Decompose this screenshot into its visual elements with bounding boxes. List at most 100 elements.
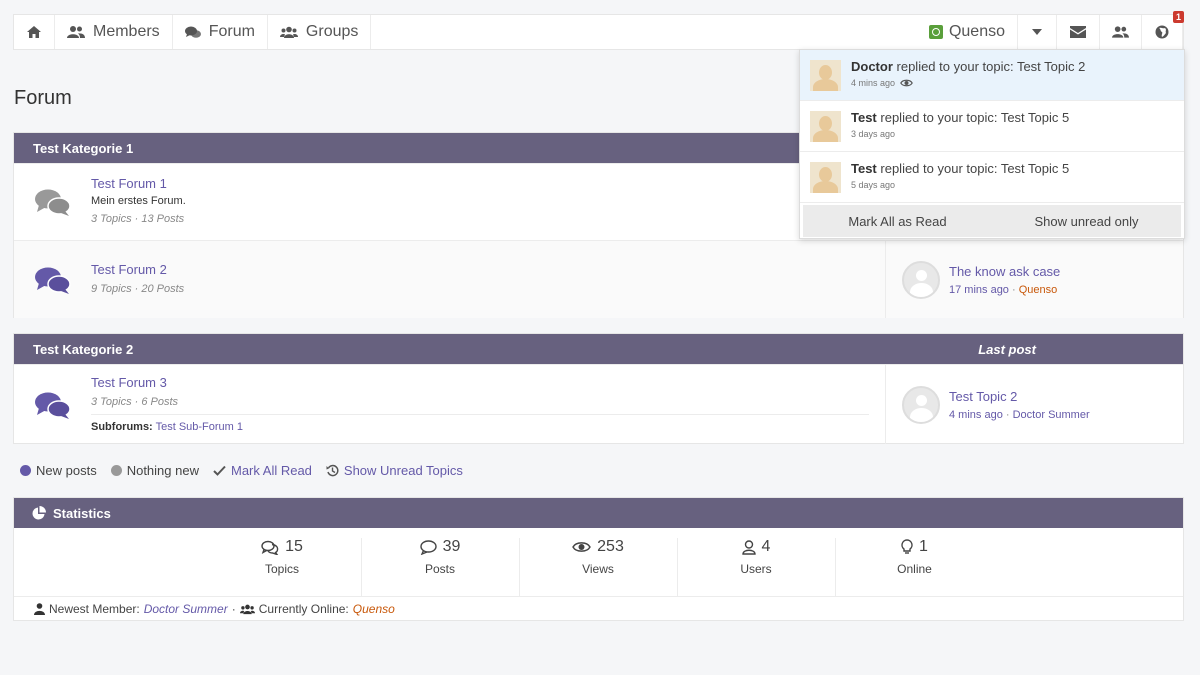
avatar[interactable] — [902, 260, 940, 299]
stat-label: Views — [582, 562, 614, 576]
friends-button[interactable] — [1100, 15, 1142, 49]
mark-all-read-link[interactable]: Mark All Read — [213, 463, 312, 478]
stat-views: 253 Views — [520, 538, 678, 596]
category-panel: Test Kategorie 2 Last post Test Forum 3 … — [13, 333, 1184, 444]
separator: · — [231, 602, 236, 616]
user-dropdown-toggle[interactable] — [1018, 15, 1057, 49]
notification-item[interactable]: Doctor replied to your topic: Test Topic… — [800, 50, 1184, 101]
history-icon — [326, 464, 339, 477]
stat-label: Topics — [264, 562, 299, 576]
statistics-panel: Statistics 15 Topics 39 Posts 253 Views — [13, 497, 1184, 621]
eye-icon[interactable] — [900, 79, 913, 87]
notification-text: replied to your topic: Test Topic 5 — [880, 110, 1070, 125]
forum-last-post: The know ask case 17 mins ago · Quenso — [885, 241, 1183, 318]
last-post-title-link[interactable]: The know ask case — [949, 264, 1060, 279]
stat-posts: 39 Posts — [362, 538, 520, 596]
show-unread-only-button[interactable]: Show unread only — [992, 214, 1181, 229]
last-post-time[interactable]: 17 mins ago — [949, 284, 1009, 296]
mark-all-read-label: Mark All Read — [230, 463, 312, 478]
newest-member-label: Newest Member: — [49, 602, 140, 616]
nav-groups[interactable]: Groups — [268, 15, 372, 49]
statistics-grid: 15 Topics 39 Posts 253 Views 4 Users 1 O… — [14, 528, 1183, 596]
page-title: Forum — [14, 87, 72, 109]
notification-count-badge: 1 — [1172, 11, 1184, 23]
last-post-title-link[interactable]: Test Topic 2 — [949, 389, 1090, 404]
subforums: Subforums: Test Sub-Forum 1 — [91, 414, 869, 433]
pie-chart-icon — [32, 506, 46, 520]
notifications-button[interactable]: 1 — [1142, 11, 1184, 49]
online-user-link[interactable]: Quenso — [353, 602, 395, 616]
nav-forum[interactable]: Forum — [173, 15, 268, 49]
last-post-user-link[interactable]: Doctor Summer — [1013, 409, 1090, 421]
nav-forum-label: Forum — [208, 23, 255, 40]
avatar — [810, 111, 841, 142]
statistics-title: Statistics — [53, 505, 111, 521]
eye-icon — [572, 542, 591, 552]
notification-time: 4 mins ago — [851, 78, 896, 88]
newest-member-link[interactable]: Doctor Summer — [144, 602, 228, 616]
stat-online: 1 Online — [836, 538, 994, 596]
notification-time: 5 days ago — [851, 180, 896, 190]
avatar[interactable] — [902, 385, 940, 424]
show-unread-topics-link[interactable]: Show Unread Topics — [326, 463, 463, 478]
notification-user: Test — [851, 161, 877, 176]
forum-stats: 9 Topics · 20 Posts — [91, 283, 185, 295]
forum-status-icon — [34, 262, 72, 297]
comments-icon — [35, 267, 71, 294]
forum-main: Test Forum 2 9 Topics · 20 Posts — [14, 241, 885, 318]
forum-title-link[interactable]: Test Forum 2 — [91, 262, 869, 277]
caret-down-icon — [1032, 29, 1042, 35]
globe-icon — [1155, 25, 1169, 39]
notifications-dropdown: Doctor replied to your topic: Test Topic… — [799, 49, 1185, 239]
notification-user: Doctor — [851, 59, 893, 74]
stat-value: 1 — [919, 538, 928, 555]
users-icon — [1112, 26, 1129, 38]
home-button[interactable] — [14, 15, 55, 49]
messages-button[interactable] — [1057, 15, 1100, 49]
nav-members[interactable]: Members — [55, 15, 173, 49]
users-icon — [67, 26, 85, 38]
notification-time: 3 days ago — [851, 129, 896, 139]
legend-new-posts-label: New posts — [36, 463, 97, 478]
subforum-link[interactable]: Test Sub-Forum 1 — [156, 421, 243, 433]
stat-topics: 15 Topics — [204, 538, 362, 596]
comments-icon — [184, 26, 201, 38]
nav-user-menu[interactable]: Quenso — [917, 15, 1018, 49]
forum-status-icon — [34, 375, 72, 435]
top-navbar: Members Forum Groups Quenso 1 — [13, 11, 1184, 50]
forum-main: Test Forum 3 3 Topics · 6 Posts Subforum… — [14, 365, 885, 444]
forum-title-link[interactable]: Test Forum 3 — [91, 375, 869, 390]
avatar — [810, 60, 841, 91]
new-posts-dot-icon — [20, 465, 31, 476]
notification-text: replied to your topic: Test Topic 5 — [880, 161, 1070, 176]
category-title: Test Kategorie 1 — [33, 140, 134, 156]
forum-row: Test Forum 3 3 Topics · 6 Posts Subforum… — [14, 364, 1183, 444]
stat-value: 39 — [442, 538, 461, 555]
notification-item[interactable]: Test replied to your topic: Test Topic 5… — [800, 101, 1184, 152]
legend-new-posts: New posts — [20, 463, 97, 478]
separator: · — [1012, 283, 1016, 296]
last-post-header: Last post — [978, 341, 1036, 357]
lightbulb-icon — [901, 539, 913, 554]
users-icon — [239, 604, 255, 614]
forum-last-post: Test Topic 2 4 mins ago · Doctor Summer — [885, 365, 1183, 444]
stat-label: Online — [897, 562, 932, 576]
legend-nothing-new-label: Nothing new — [126, 463, 199, 478]
comments-icon — [261, 540, 279, 555]
legend-nothing-new: Nothing new — [110, 463, 199, 478]
nav-username: Quenso — [948, 23, 1005, 40]
mark-all-as-read-button[interactable]: Mark All as Read — [803, 214, 992, 229]
user-icon — [741, 539, 756, 555]
stat-value: 253 — [597, 538, 624, 555]
currently-online-label: Currently Online: — [258, 602, 349, 616]
notification-item[interactable]: Test replied to your topic: Test Topic 5… — [800, 152, 1184, 203]
forum-legend: New posts Nothing new Mark All Read Show… — [20, 463, 463, 478]
last-post-time[interactable]: 4 mins ago — [949, 409, 1003, 421]
notification-text: replied to your topic: Test Topic 2 — [896, 59, 1086, 74]
user-badge-icon — [928, 25, 943, 39]
comment-icon — [419, 539, 437, 555]
show-unread-topics-label: Show Unread Topics — [343, 463, 463, 478]
category-title: Test Kategorie 2 — [33, 341, 134, 357]
stat-label: Posts — [424, 562, 455, 576]
last-post-user-link[interactable]: Quenso — [1019, 284, 1058, 296]
